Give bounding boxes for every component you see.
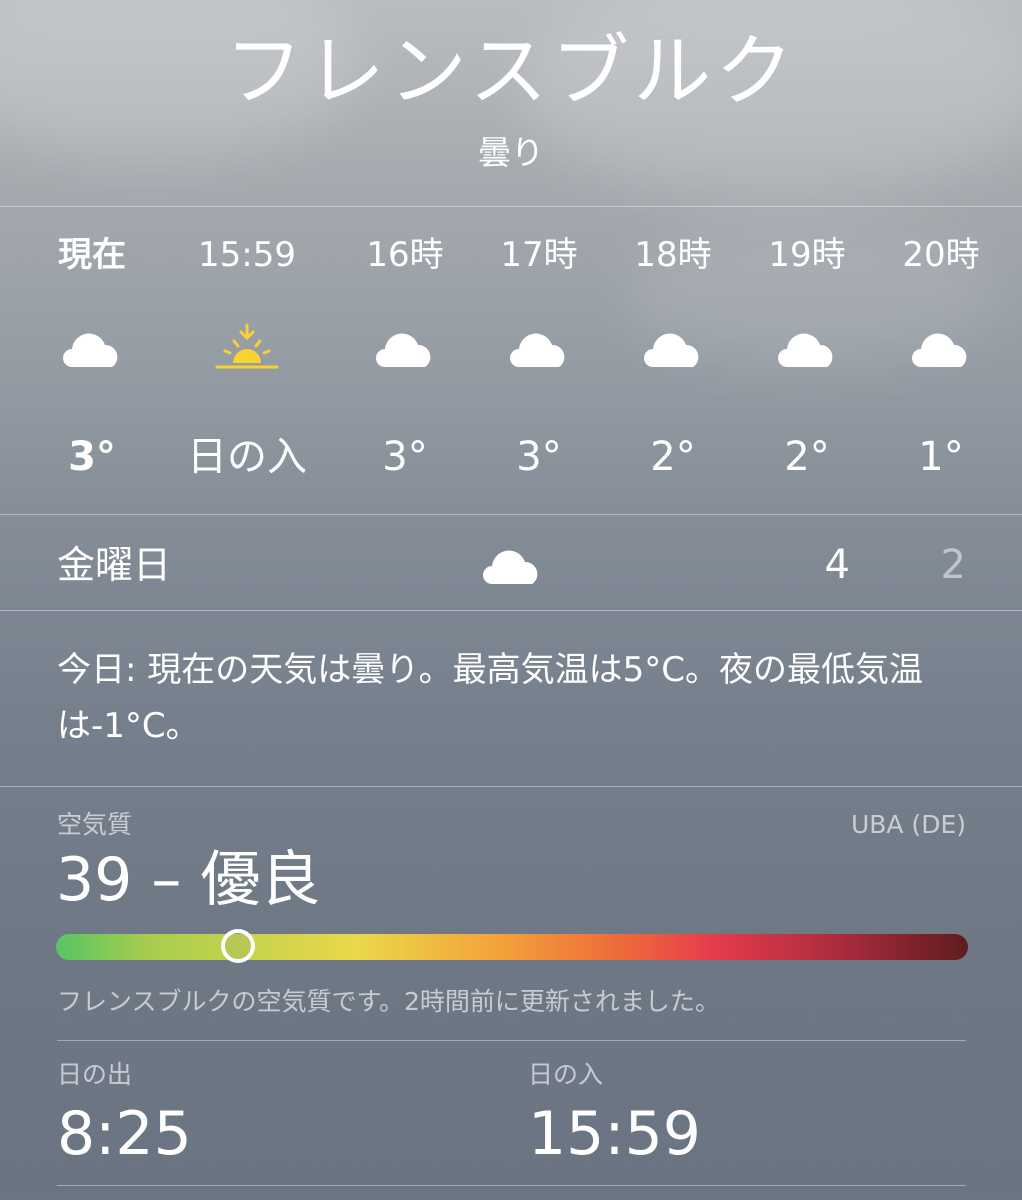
air-quality-label: 空気質: [57, 810, 133, 839]
daily-low-temp: 2: [940, 542, 966, 588]
divider-air-quality: [57, 1040, 966, 1041]
daily-summary: 今日: 現在の天気は曇り。最高気温は5°C。夜の最低気温は-1°C。: [57, 650, 923, 746]
cloud-icon: [373, 321, 437, 377]
sunset-time: 15:59: [528, 1099, 701, 1169]
hourly-time: 18時: [634, 235, 712, 275]
hourly-temp: 3°: [516, 434, 562, 480]
air-quality-value: 39 – 優良: [56, 845, 321, 915]
daily-high-temp: 4: [824, 542, 850, 588]
sunset-block: 日の入 15:59: [528, 1058, 701, 1174]
hourly-item: 15:59 日の入: [180, 225, 314, 495]
hourly-item: 19時 2°: [740, 225, 874, 495]
daily-day-name: 金曜日: [57, 543, 172, 587]
divider-hourly: [0, 514, 1022, 515]
hourly-temp: 2°: [650, 434, 696, 480]
sunset-icon: [215, 321, 279, 377]
hourly-item: 16時 3°: [338, 225, 472, 495]
air-quality-scale: [56, 929, 968, 963]
hourly-temp: 3°: [382, 434, 428, 480]
cloud-icon: [60, 321, 124, 377]
hourly-item: 現在 3°: [25, 225, 159, 495]
sunrise-time: 8:25: [57, 1099, 192, 1169]
cloud-icon: [909, 321, 973, 377]
cloud-icon: [507, 321, 571, 377]
city-name: フレンスブルク: [224, 27, 798, 117]
hourly-temp: 3°: [68, 434, 116, 480]
sunrise-block: 日の出 8:25: [57, 1058, 192, 1174]
air-quality-indicator: [221, 929, 256, 963]
divider-summary: [0, 786, 1022, 787]
cloud-icon: [641, 321, 705, 377]
cloud-icon: [480, 538, 544, 594]
divider-bottom: [57, 1185, 966, 1186]
hourly-time: 17時: [500, 235, 578, 275]
divider-daily: [0, 610, 1022, 611]
hourly-item: 20時 1°: [874, 225, 1008, 495]
cloud-icon: [775, 321, 839, 377]
current-condition: 曇り: [478, 133, 544, 172]
air-quality-source: UBA (DE): [850, 810, 966, 839]
hourly-item: 17時 3°: [472, 225, 606, 495]
hourly-item: 18時 2°: [606, 225, 740, 495]
hourly-time: 19時: [768, 235, 846, 275]
hourly-temp: 日の入: [187, 434, 307, 480]
sunrise-label: 日の出: [57, 1060, 133, 1089]
hourly-time: 現在: [58, 235, 126, 275]
hourly-temp: 2°: [784, 434, 830, 480]
hourly-time: 16時: [366, 235, 444, 275]
divider-top: [0, 206, 1022, 207]
air-quality-note: フレンスブルクの空気質です。2時間前に更新されました。: [57, 987, 720, 1016]
hourly-time: 15:59: [198, 235, 296, 275]
sunset-label: 日の入: [528, 1060, 604, 1089]
hourly-time: 20時: [902, 235, 980, 275]
hourly-temp: 1°: [918, 434, 964, 480]
